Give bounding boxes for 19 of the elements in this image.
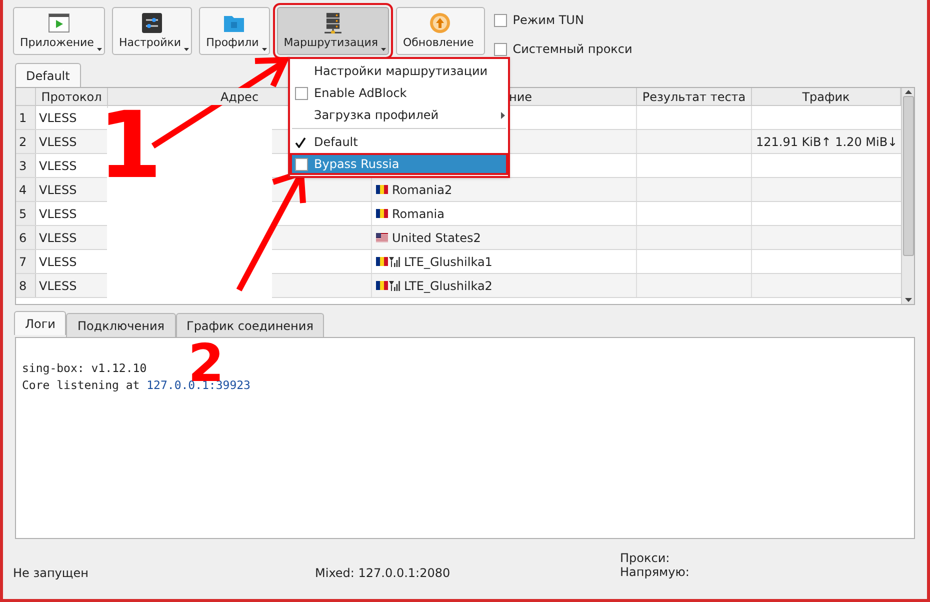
row-number: 7: [16, 250, 36, 273]
row-number: 1: [16, 106, 36, 129]
row-number: 3: [16, 154, 36, 177]
table-cell-text: Romania2: [392, 182, 452, 198]
status-text: Mixed: 127.0.0.1:2080: [315, 565, 452, 582]
row-number: 2: [16, 130, 36, 153]
row-number: 6: [16, 226, 36, 249]
table-cell-text: LTE_Glushilka2: [404, 278, 492, 294]
table-cell-text: 121.91 KiB↑ 1.20 MiB↓: [756, 134, 898, 150]
row-number: 8: [16, 274, 36, 297]
status-text: Прокси:: [620, 551, 671, 565]
row-number: 4: [16, 178, 36, 201]
status-text: Не запущен: [13, 565, 90, 582]
row-number: 5: [16, 202, 36, 225]
table-cell-text: United States2: [392, 230, 481, 246]
status-text: Напрямую:: [620, 565, 690, 579]
table-cell-text: LTE_Glushilka1: [404, 254, 492, 270]
table-cell-text: Romania: [392, 206, 444, 222]
log-line: sing-box: v1.12.10: [22, 360, 148, 377]
